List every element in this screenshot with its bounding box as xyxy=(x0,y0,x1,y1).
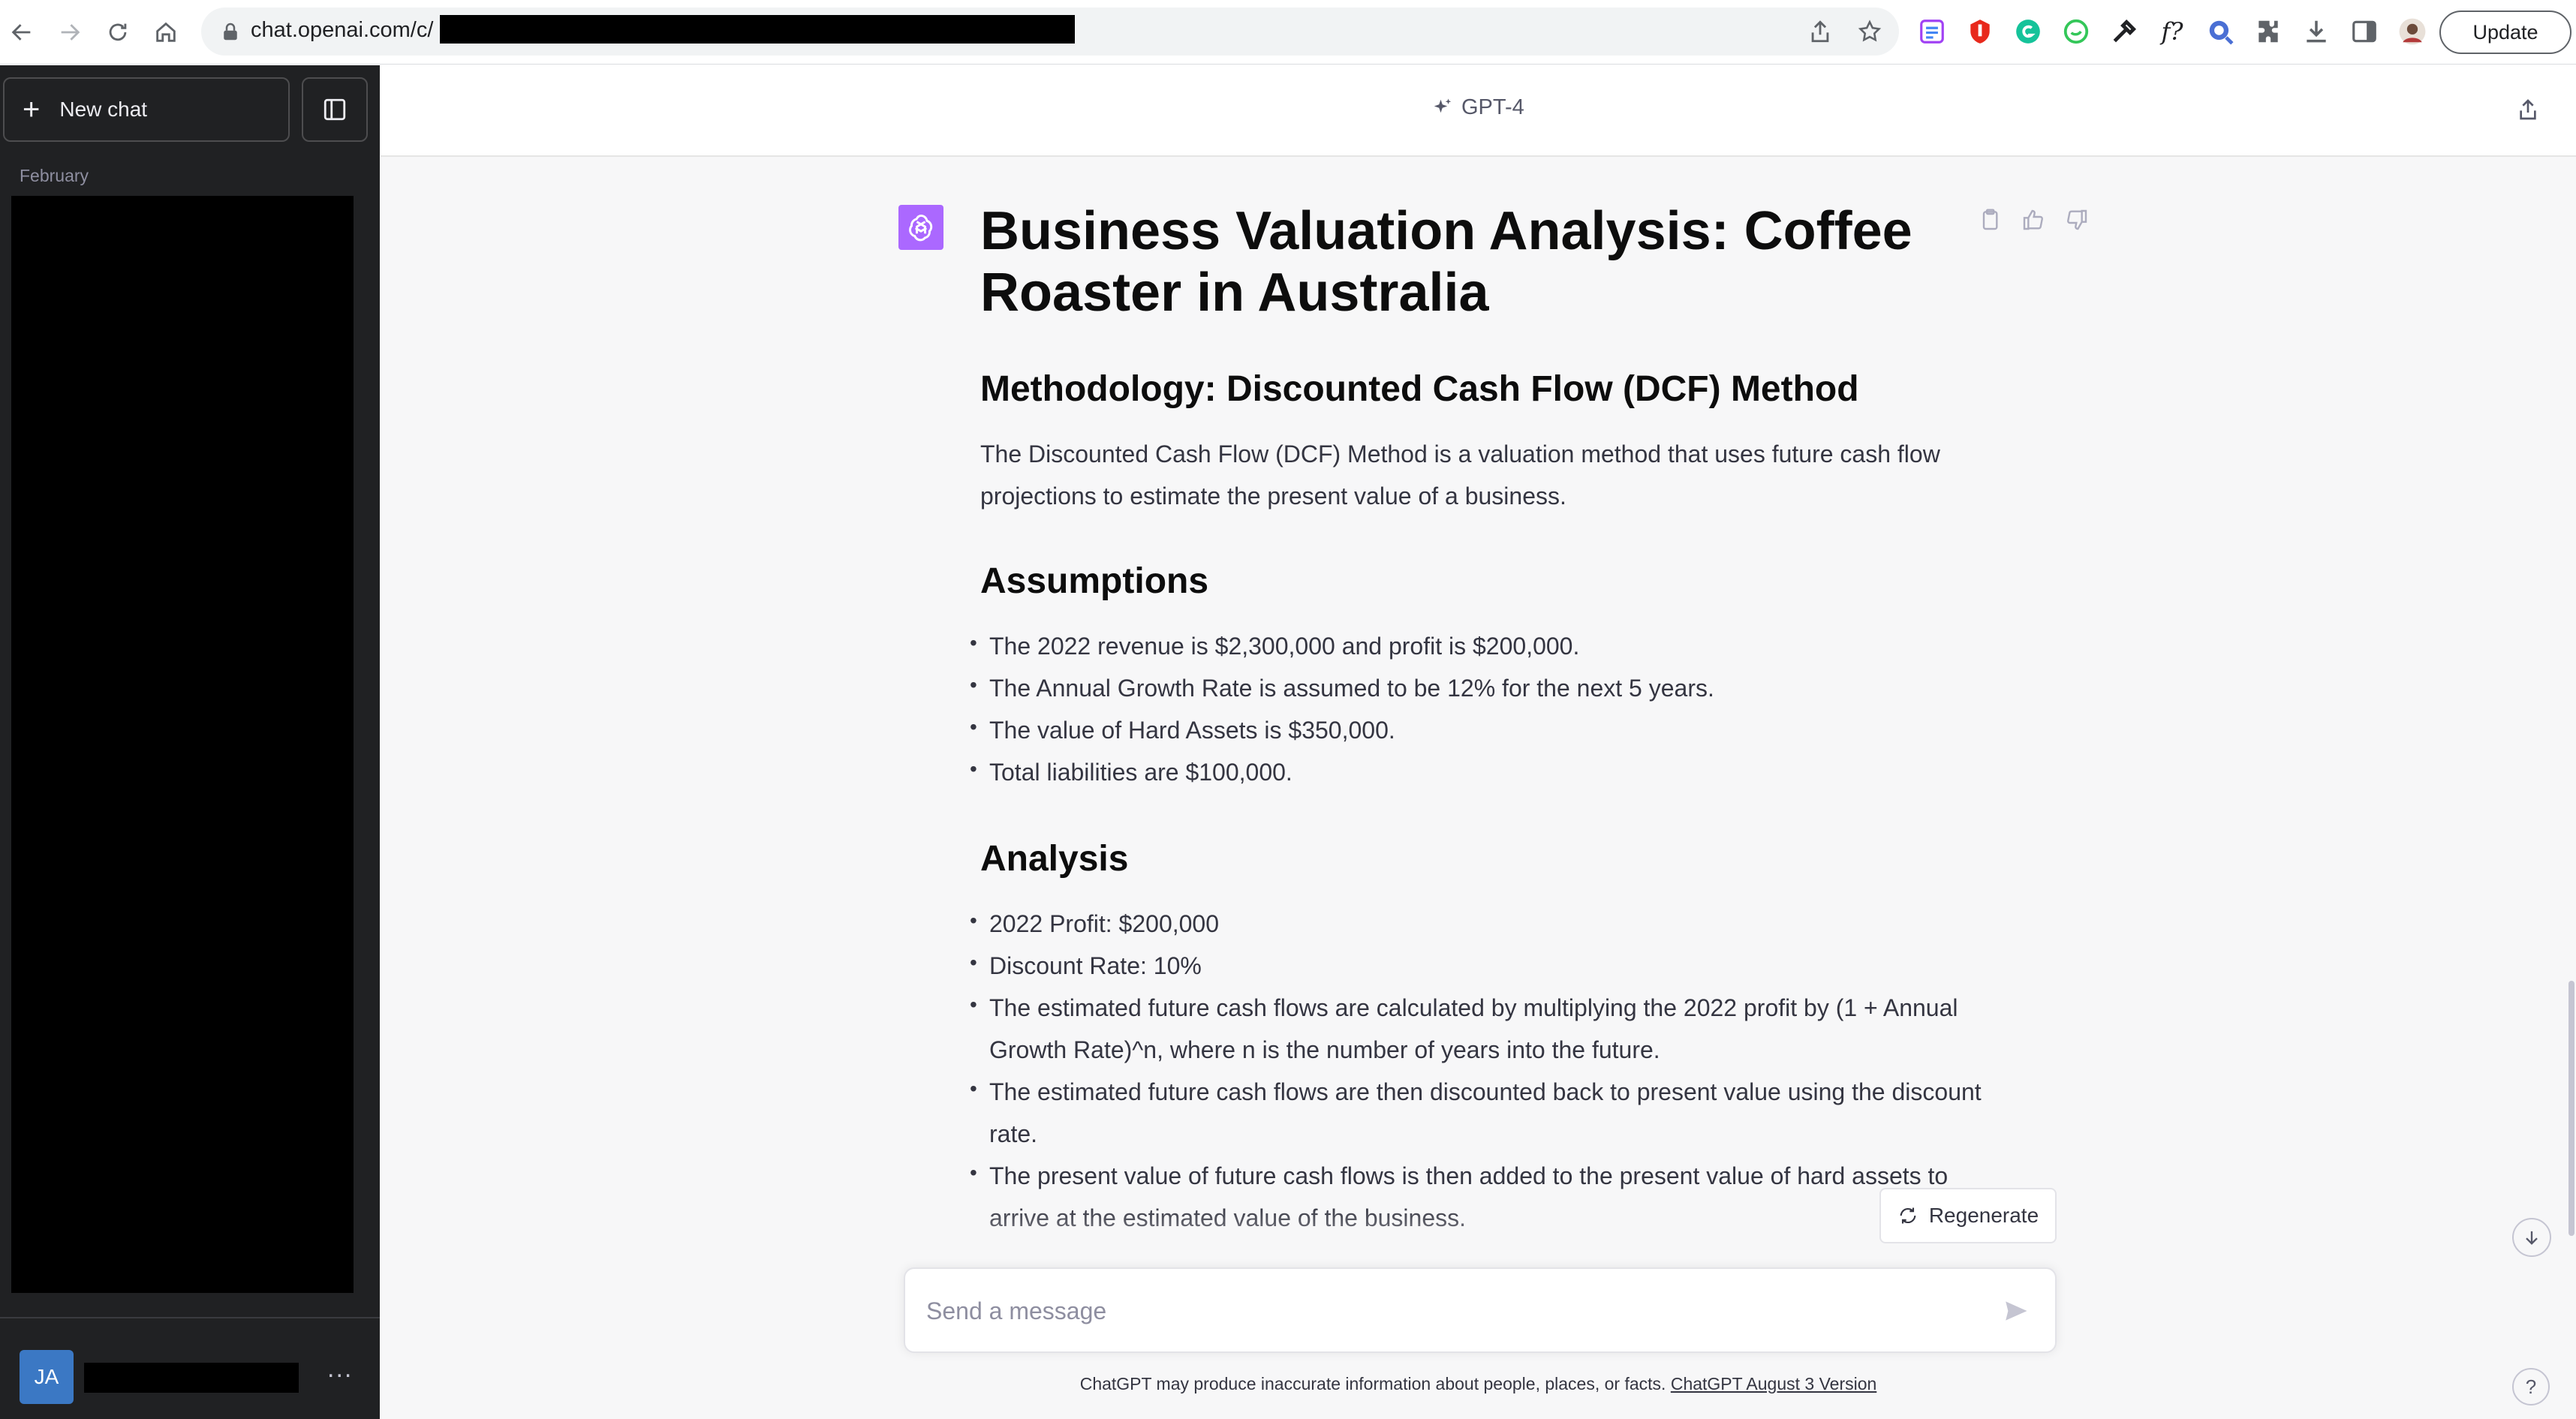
grammarly-icon[interactable] xyxy=(2012,15,2045,48)
user-menu-icon[interactable]: ... xyxy=(327,1354,353,1384)
reload-icon[interactable] xyxy=(99,14,137,51)
refresh-icon xyxy=(1900,1207,1916,1224)
assumptions-heading: Assumptions xyxy=(980,561,1209,601)
sparkle-icon xyxy=(1434,98,1452,113)
sidebar-divider xyxy=(0,1317,380,1318)
sidebar: + New chat February JA ... xyxy=(0,65,380,1419)
message-title: Business Valuation Analysis: Coffee Roas… xyxy=(980,201,1912,323)
forward-arrow-icon[interactable] xyxy=(51,14,89,51)
eyedropper-icon[interactable] xyxy=(2108,15,2141,48)
scroll-to-bottom-button[interactable] xyxy=(2512,1218,2551,1257)
back-arrow-icon[interactable] xyxy=(3,14,41,51)
analysis-heading: Analysis xyxy=(980,839,1129,879)
regenerate-label: Regenerate xyxy=(1928,1204,2039,1227)
disclaimer-footer: ChatGPT may produce inaccurate informati… xyxy=(381,1374,2576,1394)
extension-shield-icon[interactable] xyxy=(1964,15,1997,48)
share-page-icon[interactable] xyxy=(1806,17,1834,46)
url-text: chat.openai.com/c/ xyxy=(251,18,434,42)
side-panel-icon[interactable] xyxy=(2348,15,2381,48)
new-chat-button[interactable]: + New chat xyxy=(3,77,290,142)
new-chat-label: New chat xyxy=(59,98,148,121)
download-icon[interactable] xyxy=(2300,15,2333,48)
message-composer xyxy=(904,1267,2057,1353)
redacted-url-segment xyxy=(440,15,1075,44)
list-item: Discount Rate: 10% xyxy=(970,942,2001,987)
plus-icon: + xyxy=(23,93,41,126)
list-item: 2022 Profit: $200,000 xyxy=(970,900,2001,945)
extension-magnifier-icon[interactable] xyxy=(2204,15,2237,48)
home-icon[interactable] xyxy=(147,14,185,51)
list-item: The estimated future cash flows are calc… xyxy=(970,984,2001,1071)
font-finder-icon[interactable]: f? xyxy=(2156,15,2189,48)
extension-grid-icon[interactable] xyxy=(1915,15,1949,48)
address-bar[interactable]: chat.openai.com/c/ xyxy=(201,8,1899,56)
share-chat-button[interactable] xyxy=(2511,92,2545,127)
browser-toolbar: chat.openai.com/c/ f? Update xyxy=(0,0,2576,65)
list-item: The estimated future cash flows are then… xyxy=(970,1068,2001,1155)
puzzle-extensions-icon[interactable] xyxy=(2252,15,2285,48)
assistant-message: Business Valuation Analysis: Coffee Roas… xyxy=(970,200,2361,1282)
close-sidebar-button[interactable] xyxy=(302,77,368,142)
redacted-username[interactable] xyxy=(84,1363,299,1393)
list-item: The value of Hard Assets is $350,000. xyxy=(970,706,2001,751)
list-item: The Annual Growth Rate is assumed to be … xyxy=(970,664,2001,709)
message-input[interactable] xyxy=(926,1290,1977,1332)
analysis-list: 2022 Profit: $200,000 Discount Rate: 10%… xyxy=(970,900,2361,1239)
gpt4-avatar xyxy=(898,205,943,250)
list-item: The 2022 revenue is $2,300,000 and profi… xyxy=(970,622,2001,667)
send-button[interactable] xyxy=(1997,1291,2036,1330)
sidebar-toggle-icon xyxy=(324,98,346,121)
openai-logo-icon xyxy=(909,214,933,242)
assumptions-list: The 2022 revenue is $2,300,000 and profi… xyxy=(970,622,2361,793)
browser-update-button[interactable]: Update xyxy=(2439,11,2571,54)
user-avatar[interactable]: JA xyxy=(20,1350,74,1404)
methodology-paragraph: The Discounted Cash Flow (DCF) Method is… xyxy=(980,440,1940,510)
model-indicator[interactable]: GPT-4 xyxy=(1431,95,1524,120)
extension-check-circle-icon[interactable] xyxy=(2060,15,2093,48)
history-section-label: February xyxy=(20,166,89,185)
bookmark-star-icon[interactable] xyxy=(1855,17,1884,46)
scrollbar[interactable] xyxy=(2568,981,2574,1236)
redacted-chat-history xyxy=(11,196,354,1293)
arrow-down-icon xyxy=(2526,1231,2538,1245)
disclaimer-text: ChatGPT may produce inaccurate informati… xyxy=(1079,1374,1666,1393)
share-icon xyxy=(2520,99,2536,120)
version-link[interactable]: ChatGPT August 3 Version xyxy=(1671,1374,1876,1393)
chat-main: GPT-4 Business Valuation Analysis: Coffe… xyxy=(381,65,2576,1419)
lock-icon xyxy=(224,23,237,41)
list-item: Total liabilities are $100,000. xyxy=(970,748,2001,793)
send-icon xyxy=(2006,1301,2027,1321)
regenerate-button[interactable]: Regenerate xyxy=(1879,1188,2057,1243)
help-button[interactable]: ? xyxy=(2512,1368,2550,1405)
chat-header: GPT-4 xyxy=(381,65,2576,157)
profile-avatar-icon[interactable] xyxy=(2396,15,2429,48)
methodology-heading: Methodology: Discounted Cash Flow (DCF) … xyxy=(980,369,1859,409)
model-label: GPT-4 xyxy=(1461,95,1524,119)
